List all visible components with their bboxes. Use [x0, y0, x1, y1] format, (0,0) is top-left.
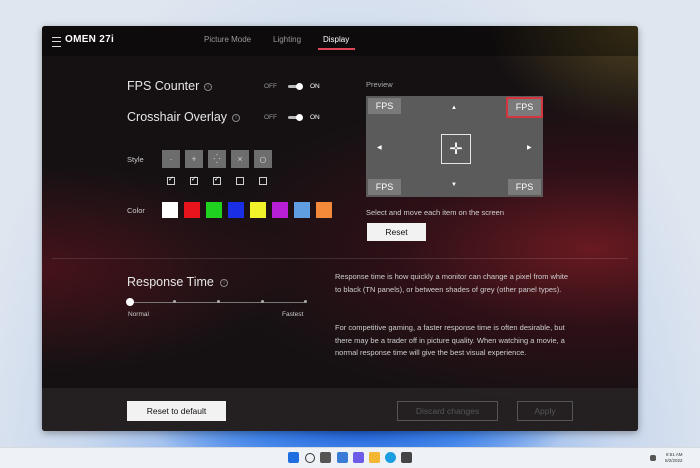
color-swatch[interactable]: [316, 202, 332, 218]
slider-step: [304, 300, 307, 303]
wifi-icon[interactable]: [650, 455, 656, 461]
slider-step: [261, 300, 264, 303]
response-time-description-1: Response time is how quickly a monitor c…: [335, 272, 569, 294]
reset-to-default-button[interactable]: Reset to default: [127, 401, 226, 421]
preview-panel[interactable]: FPS FPS FPS FPS ▲ ▼ ◀ ▶ ✛: [366, 96, 543, 197]
style-option-plus[interactable]: +: [185, 150, 203, 168]
tab-display[interactable]: Display: [323, 35, 349, 44]
crosshair-overlay-info-icon[interactable]: i: [232, 114, 240, 122]
color-swatch[interactable]: [294, 202, 310, 218]
preview-label: Preview: [366, 80, 393, 89]
color-label: Color: [127, 206, 145, 215]
color-swatch[interactable]: [206, 202, 222, 218]
title-bar: OMEN 27i Picture Mode Lighting Display: [42, 26, 638, 56]
active-tab-indicator: [318, 48, 355, 50]
footer-bar: Reset to default Discard changes Apply: [42, 388, 638, 431]
response-time-description-2: For competitive gaming, a faster respons…: [335, 323, 565, 357]
slider-step: [173, 300, 176, 303]
slider-step: [217, 300, 220, 303]
style-option-circle[interactable]: ○: [254, 150, 272, 168]
arrow-up-icon[interactable]: ▲: [451, 105, 457, 111]
fps-counter-on-label: ON: [310, 83, 320, 90]
style-option-dotted[interactable]: ⁛: [208, 150, 226, 168]
style-checkbox-dot[interactable]: [167, 175, 175, 185]
reset-preview-button[interactable]: Reset: [367, 223, 426, 241]
slider-max-label: Fastest: [282, 311, 304, 318]
plus-crosshair-icon: +: [191, 153, 197, 164]
style-checkbox-plus[interactable]: [190, 175, 198, 185]
color-swatch[interactable]: [250, 202, 266, 218]
x-crosshair-icon: ×: [237, 153, 243, 164]
task-view-icon[interactable]: [320, 452, 331, 463]
fps-item-bottom-left[interactable]: FPS: [368, 179, 401, 195]
arrow-right-icon[interactable]: ▶: [527, 144, 532, 151]
chat-icon[interactable]: [353, 452, 364, 463]
slider-min-label: Normal: [128, 311, 149, 318]
crosshair-preview[interactable]: ✛: [441, 134, 471, 164]
discard-changes-button[interactable]: Discard changes: [397, 401, 498, 421]
omen-app-window: OMEN 27i Picture Mode Lighting Display F…: [42, 26, 638, 431]
crosshair-off-label: OFF: [264, 114, 277, 121]
fps-item-bottom-right[interactable]: FPS: [508, 179, 541, 195]
dot-crosshair-icon: ·: [169, 153, 173, 164]
start-icon[interactable]: [288, 452, 299, 463]
style-option-x[interactable]: ×: [231, 150, 249, 168]
file-explorer-icon[interactable]: [369, 452, 380, 463]
tab-lighting[interactable]: Lighting: [273, 35, 301, 44]
app-title: OMEN 27i: [65, 34, 115, 45]
clock-date: 5/2/2022: [665, 458, 683, 463]
style-checkbox-dotted[interactable]: [213, 175, 221, 185]
windows-taskbar: 8:51 AM 5/2/2022: [0, 447, 700, 468]
section-divider: [52, 258, 628, 259]
fps-counter-toggle-knob[interactable]: [296, 83, 303, 90]
fps-counter-off-label: OFF: [264, 83, 277, 90]
clock[interactable]: 8:51 AM 5/2/2022: [665, 452, 683, 464]
color-swatch[interactable]: [184, 202, 200, 218]
store-icon[interactable]: [401, 452, 412, 463]
color-swatch[interactable]: [228, 202, 244, 218]
color-swatch[interactable]: [162, 202, 178, 218]
response-time-info-icon[interactable]: i: [220, 279, 228, 287]
style-checkbox-x[interactable]: [236, 177, 244, 185]
move-icon: ✛: [449, 141, 463, 158]
dotted-crosshair-icon: ⁛: [213, 153, 221, 164]
search-icon[interactable]: [305, 453, 315, 463]
tab-picture-mode[interactable]: Picture Mode: [204, 35, 251, 44]
style-option-dot[interactable]: ·: [162, 150, 180, 168]
color-swatch[interactable]: [272, 202, 288, 218]
apply-button[interactable]: Apply: [517, 401, 573, 421]
response-time-label: Response Time: [127, 275, 214, 289]
hamburger-menu-icon[interactable]: [52, 37, 61, 47]
arrow-down-icon[interactable]: ▼: [451, 182, 457, 188]
crosshair-on-label: ON: [310, 114, 320, 121]
arrow-left-icon[interactable]: ◀: [377, 144, 382, 151]
fps-item-top-left[interactable]: FPS: [368, 98, 401, 114]
widgets-icon[interactable]: [337, 452, 348, 463]
response-time-slider-knob[interactable]: [126, 298, 134, 306]
crosshair-overlay-label: Crosshair Overlay: [127, 110, 228, 124]
fps-item-top-right[interactable]: FPS: [506, 97, 543, 118]
circle-crosshair-icon: ○: [258, 151, 268, 167]
fps-counter-label: FPS Counter: [127, 79, 200, 93]
preview-hint: Select and move each item on the screen: [366, 208, 504, 217]
edge-icon[interactable]: [385, 452, 396, 463]
style-label: Style: [127, 155, 144, 164]
fps-counter-info-icon[interactable]: i: [204, 83, 212, 91]
style-checkbox-circle[interactable]: [259, 177, 267, 185]
crosshair-overlay-toggle-knob[interactable]: [296, 114, 303, 121]
